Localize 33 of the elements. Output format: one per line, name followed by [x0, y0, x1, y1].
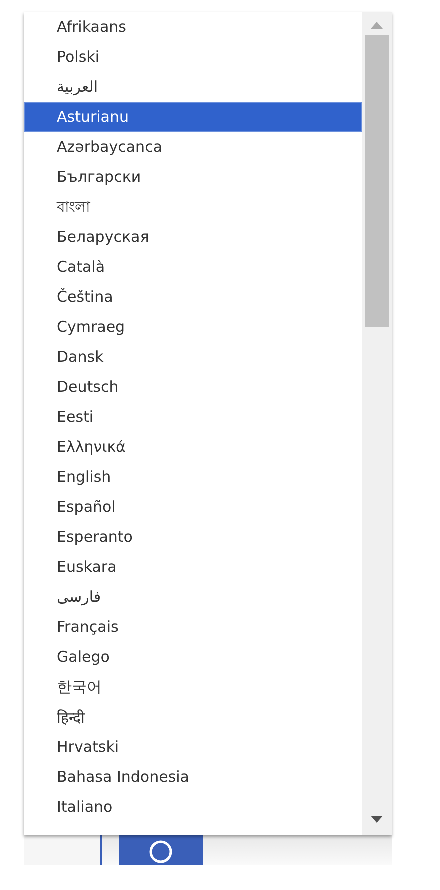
- language-option[interactable]: Български: [24, 162, 362, 192]
- search-button[interactable]: [119, 835, 203, 865]
- language-field[interactable]: [24, 835, 102, 865]
- search-icon: [148, 839, 174, 865]
- scroll-thumb[interactable]: [365, 35, 389, 327]
- language-option[interactable]: Català: [24, 252, 362, 282]
- language-option[interactable]: हिन्दी: [24, 702, 362, 732]
- language-option[interactable]: Deutsch: [24, 372, 362, 402]
- language-option[interactable]: English: [24, 462, 362, 492]
- language-option[interactable]: Dansk: [24, 342, 362, 372]
- language-option[interactable]: Cymraeg: [24, 312, 362, 342]
- scrollbar[interactable]: [362, 12, 392, 835]
- language-option[interactable]: Français: [24, 612, 362, 642]
- language-option[interactable]: Asturianu: [24, 102, 362, 132]
- language-option[interactable]: Polski: [24, 42, 362, 72]
- language-option[interactable]: Čeština: [24, 282, 362, 312]
- language-option[interactable]: Bahasa Indonesia: [24, 762, 362, 792]
- language-option[interactable]: Azərbaycanca: [24, 132, 362, 162]
- language-option[interactable]: العربية: [24, 72, 362, 102]
- scroll-down-icon[interactable]: [371, 816, 383, 823]
- language-option[interactable]: Eesti: [24, 402, 362, 432]
- language-option[interactable]: 한국어: [24, 672, 362, 702]
- language-option[interactable]: Esperanto: [24, 522, 362, 552]
- language-option[interactable]: Afrikaans: [24, 12, 362, 42]
- language-option[interactable]: Español: [24, 492, 362, 522]
- language-option[interactable]: فارسی: [24, 582, 362, 612]
- language-option[interactable]: Беларуская: [24, 222, 362, 252]
- language-option[interactable]: Galego: [24, 642, 362, 672]
- language-option[interactable]: Hrvatski: [24, 732, 362, 762]
- language-option[interactable]: Italiano: [24, 792, 362, 822]
- language-option[interactable]: বাংলা: [24, 192, 362, 222]
- language-option[interactable]: Euskara: [24, 552, 362, 582]
- language-option[interactable]: Ελληνικά: [24, 432, 362, 462]
